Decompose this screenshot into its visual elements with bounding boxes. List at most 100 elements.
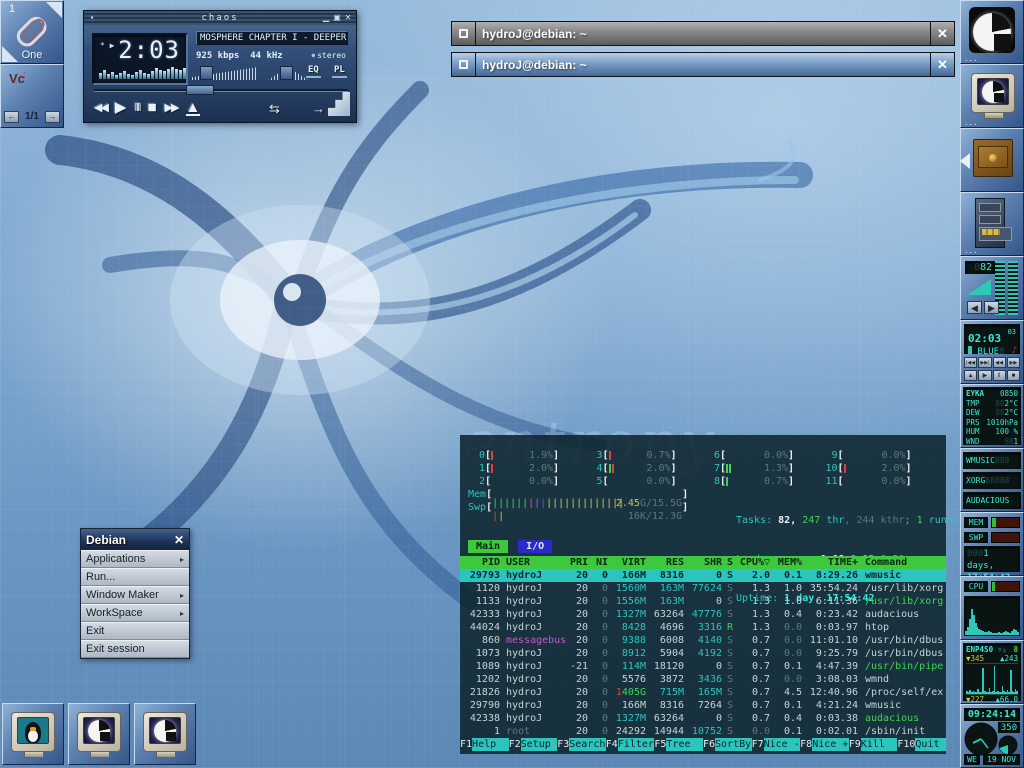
appicon-terminal-2[interactable] [134,703,196,765]
fkey-f9[interactable]: F9Kill [849,738,898,751]
process-row-860[interactable]: 860messagebus200938860084140S0.70.011:01… [460,634,946,647]
menu-item-exit[interactable]: Exit [81,622,189,640]
terminal-1-title[interactable]: hydroJ@debian: ~ [476,22,930,45]
appicon-terminal-tux[interactable] [2,703,64,765]
wmusic-eject-button[interactable]: ▲ [964,370,977,381]
mixer-prev-button[interactable]: ◀ [967,301,982,314]
fkey-f4[interactable]: F4Filter [606,738,655,751]
fkey-f3[interactable]: F3Search [557,738,606,751]
column-header-pri[interactable]: PRI [562,556,588,569]
column-header-virt[interactable]: VIRT [608,556,646,569]
fkey-f5[interactable]: F5Tree [654,738,703,751]
column-header-s[interactable]: S [722,556,738,569]
process-row-42333[interactable]: 42333hydroJ2001327M6326447776S1.30.40:23… [460,608,946,621]
workspace-clip[interactable]: 1 One [0,0,64,64]
mixer-next-button[interactable]: ▶ [984,301,999,314]
appicon-terminal-1[interactable] [68,703,130,765]
volume-slider-thumb[interactable] [200,66,213,80]
fkey-f2[interactable]: F2Setup [509,738,558,751]
seek-bar-thumb[interactable] [186,85,214,95]
column-header-cpu[interactable]: CPU%▽ [738,556,770,569]
tab-main[interactable]: Main [468,540,508,553]
dock-tile-wmusic[interactable]: 02:03 03 BLUE8 ♪ |◀◀ ▶▶| ◀◀ ▶▶ ▲ ▶ ‖ ■ [960,320,1024,384]
terminal-1-menu-button[interactable] [452,22,476,45]
stop-button[interactable]: ■ [148,99,157,117]
next-button[interactable]: ▶▶ [165,99,178,117]
process-row-1120[interactable]: 1120hydroJ2001560M163M77624S1.31.035:54.… [460,582,946,595]
dock-tile-drawer[interactable] [960,128,1024,192]
htop-terminal[interactable]: 0[1.9%]1[2.0%]2[0.0%]3[0.7%]4[2.0%]5[0.0… [460,435,946,754]
menu-titlebar[interactable]: Debian ✕ [81,529,189,550]
wmusic-rewind-button[interactable]: ◀◀ [993,357,1006,368]
process-row-42338[interactable]: 42338hydroJ2001327M632640S0.70.40:03.38a… [460,712,946,725]
column-header-res[interactable]: RES [646,556,684,569]
column-header-ni[interactable]: NI [588,556,608,569]
clip-next-arrow[interactable] [46,2,62,18]
play-button[interactable]: ▶ [115,99,127,117]
player-close-button[interactable]: ✕ [343,13,353,23]
dock-collapse-arrow[interactable] [960,153,970,169]
menu-item-exit-session[interactable]: Exit session [81,640,189,658]
dock-tile-wmtop[interactable]: WMUSIC888 XORG88888 AUDACIOUS [960,448,1024,512]
wmusic-prev-button[interactable]: |◀◀ [964,357,977,368]
process-row-1202[interactable]: 1202hydroJ200557638723436S0.70.03:08.03w… [460,673,946,686]
eject-button[interactable]: ▲ [186,101,201,116]
fkey-f10[interactable]: F10Quit [897,738,946,751]
fkey-f6[interactable]: F6SortBy [703,738,752,751]
process-row-44024[interactable]: 44024hydroJ200842846963316R1.30.00:03.97… [460,621,946,634]
process-row-21826[interactable]: 21826hydroJ2001405G715M165MS0.74.512:40.… [460,686,946,699]
fkey-f1[interactable]: F1Help [460,738,509,751]
dock-tile-wmaker[interactable]: ... [960,0,1024,64]
audio-player-window[interactable]: ▪ chaos ▁ ▣ ✕ * ▶ 2:03 MOSPHERE CHAPTER … [83,10,357,123]
pause-button[interactable]: ‖‖ [134,99,139,117]
tab-io[interactable]: I/O [518,540,552,553]
terminal-2-menu-button[interactable] [452,53,476,76]
wmusic-pause-button[interactable]: ‖ [993,370,1006,381]
column-header-mem[interactable]: MEM% [770,556,802,569]
menu-item-window-maker[interactable]: Window Maker▸ [81,586,189,604]
process-row-1089[interactable]: 1089hydroJ-210114M181200S0.70.14:47.39/u… [460,660,946,673]
repeat-button[interactable]: → [312,101,325,116]
column-header-time[interactable]: TIME+ [802,556,858,569]
playlist-button[interactable]: PL [332,65,347,78]
process-row-29793[interactable]: 29793hydroJ200166M83160S2.00.18:29.26wmu… [460,569,946,582]
process-row-1133[interactable]: 1133hydroJ2001556M163M0S1.31.06:11.36/us… [460,595,946,608]
dock-tile-mixer[interactable]: 882 ◀ ▶ [960,256,1024,320]
dock-tile-clock[interactable]: 09:24:14 350 WE 19 NOV [960,704,1024,768]
dock-tile-terminal[interactable]: ... [960,64,1024,128]
terminal-window-1[interactable]: hydroJ@debian: ~ ✕ [451,21,955,46]
dock-tile-file-cabinet[interactable]: ... [960,192,1024,256]
vlc-appicon[interactable]: Vc : ← 1/1 → [0,64,64,128]
column-header-user[interactable]: USER [500,556,562,569]
fkey-f7[interactable]: F7Nice - [752,738,801,751]
dock-tile-cpuload[interactable]: CPU [960,576,1024,640]
process-table-header[interactable]: PIDUSERPRINIVIRTRESSHRSCPU%▽MEM%TIME+Com… [460,556,946,569]
pager-prev-button[interactable]: ← [4,111,19,123]
dock-tile-netmonitor[interactable]: ENP4S0 ▼▲8 ▼345 ▲243 ▼227 ▲66.0 [960,640,1024,704]
balance-slider-thumb[interactable] [280,66,293,80]
column-header-pid[interactable]: PID [460,556,500,569]
player-shade-button[interactable]: ▣ [332,13,342,23]
menu-item-workspace[interactable]: WorkSpace▸ [81,604,189,622]
fkey-f8[interactable]: F8Nice + [800,738,849,751]
process-row-1[interactable]: 1root200242921494410752S0.00.10:02.01/sb… [460,725,946,738]
player-minimize-button[interactable]: ▁ [321,13,331,23]
menu-close-button[interactable]: ✕ [169,533,189,547]
menu-item-applications[interactable]: Applications▸ [81,550,189,568]
dock-tile-weather[interactable]: EYKA 0850 TMP 882°C DEW 882°C PRS 1010hP… [960,384,1024,448]
process-row-1073[interactable]: 1073hydroJ200891259044192S0.70.09:25.79/… [460,647,946,660]
dock-tile-sysmon[interactable]: MEM SWP 0001 days, 17:54:43 [960,512,1024,576]
previous-button[interactable]: ◀◀ [94,99,107,117]
player-titlebar[interactable]: ▪ chaos ▁ ▣ ✕ [84,11,356,25]
terminal-window-2[interactable]: hydroJ@debian: ~ ✕ [451,52,955,77]
column-header-command[interactable]: Command [858,556,946,569]
wmusic-next-button[interactable]: ▶▶| [978,357,991,368]
pager-next-button[interactable]: → [45,111,60,123]
terminal-2-close-button[interactable]: ✕ [930,53,954,76]
terminal-1-close-button[interactable]: ✕ [930,22,954,45]
process-row-29790[interactable]: 29790hydroJ200166M83167264S0.70.14:21.24… [460,699,946,712]
shuffle-button[interactable]: ⇆ [269,101,280,117]
wmusic-stop-button[interactable]: ■ [1007,370,1020,381]
menu-item-run[interactable]: Run... [81,568,189,586]
seek-bar[interactable] [94,89,348,92]
